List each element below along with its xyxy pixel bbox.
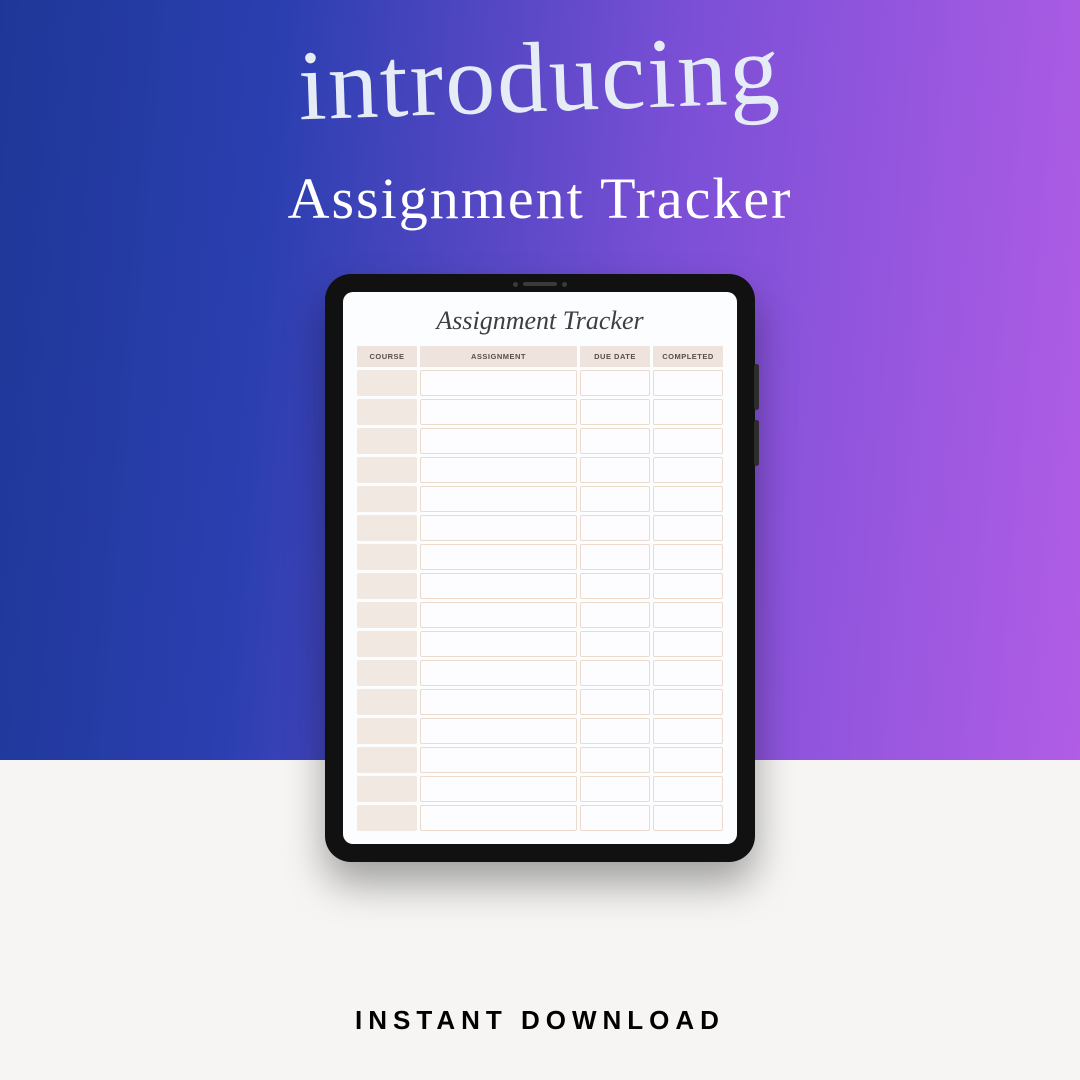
hero-title: Assignment Tracker	[288, 165, 793, 232]
page-content: introducing Assignment Tracker Assignmen…	[0, 0, 1080, 1080]
table-row-assignment-cell	[420, 515, 577, 541]
column-header-completed: COMPLETED	[653, 346, 723, 367]
table-row-completed-cell	[653, 486, 723, 512]
table-row-due-date-cell	[580, 573, 650, 599]
table-row-course-cell	[357, 544, 417, 570]
table-row-completed-cell	[653, 457, 723, 483]
column-header-assignment: ASSIGNMENT	[420, 346, 577, 367]
table-row-course-cell	[357, 602, 417, 628]
table-row-assignment-cell	[420, 602, 577, 628]
table-row-due-date-cell	[580, 515, 650, 541]
tracker-table: COURSE ASSIGNMENT DUE DATE COMPLETED	[357, 346, 723, 831]
table-row-completed-cell	[653, 399, 723, 425]
table-row-due-date-cell	[580, 805, 650, 831]
table-row-course-cell	[357, 486, 417, 512]
table-row-due-date-cell	[580, 602, 650, 628]
table-row-course-cell	[357, 399, 417, 425]
table-row-due-date-cell	[580, 428, 650, 454]
table-row-course-cell	[357, 631, 417, 657]
table-row-due-date-cell	[580, 631, 650, 657]
table-row-due-date-cell	[580, 776, 650, 802]
table-row-course-cell	[357, 370, 417, 396]
table-row-completed-cell	[653, 428, 723, 454]
table-row-assignment-cell	[420, 805, 577, 831]
table-row-due-date-cell	[580, 399, 650, 425]
table-row-due-date-cell	[580, 370, 650, 396]
tablet-screen: Assignment Tracker COURSE ASSIGNMENT DUE…	[343, 292, 737, 844]
footer-cta: INSTANT DOWNLOAD	[0, 1005, 1080, 1036]
table-row-due-date-cell	[580, 544, 650, 570]
tracker-title: Assignment Tracker	[357, 306, 723, 336]
table-row-completed-cell	[653, 660, 723, 686]
table-row-due-date-cell	[580, 718, 650, 744]
table-row-assignment-cell	[420, 457, 577, 483]
tablet-volume-down-button-icon	[754, 420, 759, 466]
table-row-due-date-cell	[580, 747, 650, 773]
table-row-assignment-cell	[420, 428, 577, 454]
table-row-due-date-cell	[580, 689, 650, 715]
table-row-course-cell	[357, 805, 417, 831]
table-row-course-cell	[357, 457, 417, 483]
table-row-course-cell	[357, 515, 417, 541]
tablet-volume-up-button-icon	[754, 364, 759, 410]
table-row-completed-cell	[653, 370, 723, 396]
table-row-course-cell	[357, 689, 417, 715]
table-row-completed-cell	[653, 747, 723, 773]
table-row-due-date-cell	[580, 457, 650, 483]
table-row-assignment-cell	[420, 689, 577, 715]
table-row-due-date-cell	[580, 660, 650, 686]
table-row-assignment-cell	[420, 544, 577, 570]
table-row-assignment-cell	[420, 631, 577, 657]
table-row-completed-cell	[653, 776, 723, 802]
table-row-completed-cell	[653, 515, 723, 541]
table-row-completed-cell	[653, 689, 723, 715]
table-row-course-cell	[357, 718, 417, 744]
camera-dot-icon	[513, 282, 518, 287]
table-row-assignment-cell	[420, 399, 577, 425]
tablet-camera-notch	[505, 280, 575, 288]
sensor-dot-icon	[562, 282, 567, 287]
hero-script-label: introducing	[297, 12, 784, 144]
table-row-completed-cell	[653, 544, 723, 570]
table-row-completed-cell	[653, 718, 723, 744]
table-row-completed-cell	[653, 573, 723, 599]
table-row-course-cell	[357, 573, 417, 599]
table-row-completed-cell	[653, 602, 723, 628]
table-row-due-date-cell	[580, 486, 650, 512]
table-row-course-cell	[357, 428, 417, 454]
table-row-assignment-cell	[420, 573, 577, 599]
table-row-assignment-cell	[420, 718, 577, 744]
table-row-course-cell	[357, 776, 417, 802]
table-row-assignment-cell	[420, 486, 577, 512]
column-header-due-date: DUE DATE	[580, 346, 650, 367]
table-row-completed-cell	[653, 631, 723, 657]
tablet-mockup: Assignment Tracker COURSE ASSIGNMENT DUE…	[325, 274, 755, 862]
speaker-slot-icon	[523, 282, 557, 286]
table-row-completed-cell	[653, 805, 723, 831]
table-row-assignment-cell	[420, 370, 577, 396]
column-header-course: COURSE	[357, 346, 417, 367]
table-row-course-cell	[357, 660, 417, 686]
table-row-assignment-cell	[420, 776, 577, 802]
table-row-course-cell	[357, 747, 417, 773]
table-row-assignment-cell	[420, 660, 577, 686]
table-row-assignment-cell	[420, 747, 577, 773]
